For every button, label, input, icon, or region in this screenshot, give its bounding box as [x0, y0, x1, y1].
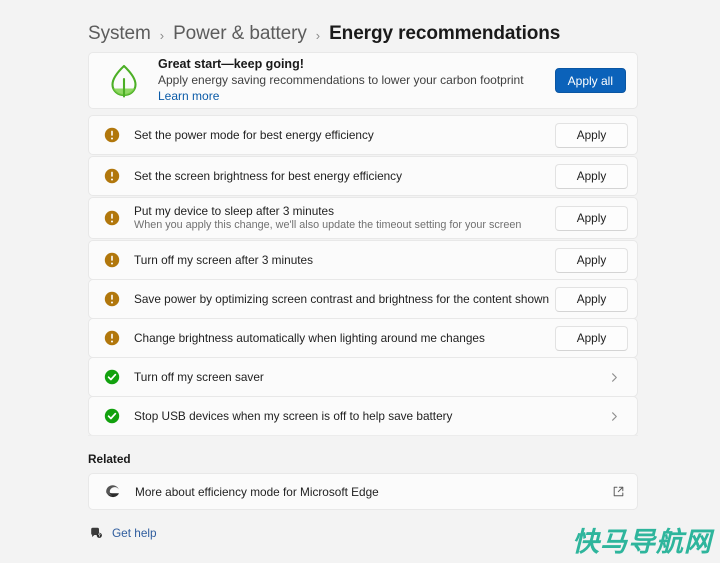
recommendation-labels: Set the screen brightness for best energ… — [120, 169, 555, 183]
apply-all-button[interactable]: Apply all — [554, 68, 626, 93]
recommendation-row[interactable]: Stop USB devices when my screen is off t… — [88, 396, 638, 436]
warning-circle-icon — [104, 330, 120, 346]
leaf-icon — [102, 59, 146, 103]
recommendation-row: Turn off my screen after 3 minutes Apply — [88, 240, 638, 280]
recommendation-title: Stop USB devices when my screen is off t… — [134, 409, 453, 423]
banner-description: Apply energy saving recommendations to l… — [158, 73, 524, 87]
warning-circle-icon — [104, 252, 120, 268]
recommendation-title: Put my device to sleep after 3 minutes — [134, 204, 334, 218]
warning-circle-icon — [104, 291, 120, 307]
recommendation-subtitle: When you apply this change, we'll also u… — [134, 219, 522, 231]
chevron-right-icon: › — [315, 27, 321, 43]
apply-button[interactable]: Apply — [555, 205, 628, 231]
recommendation-title: Set the screen brightness for best energ… — [134, 169, 402, 183]
apply-button[interactable]: Apply — [555, 286, 628, 312]
recommendation-row[interactable]: Turn off my screen saver — [88, 357, 638, 397]
recommendation-row: Put my device to sleep after 3 minutes W… — [88, 197, 638, 239]
edge-browser-icon — [102, 482, 122, 502]
recommendation-labels: Save power by optimizing screen contrast… — [120, 292, 555, 306]
recommendation-title: Set the power mode for best energy effic… — [134, 128, 374, 142]
recommendation-labels: Set the power mode for best energy effic… — [120, 128, 555, 142]
warning-circle-icon — [104, 210, 120, 226]
related-heading: Related — [88, 452, 131, 466]
banner-title: Great start—keep going! — [158, 57, 304, 71]
learn-more-link[interactable]: Learn more — [158, 89, 219, 104]
recommendation-row: Set the power mode for best energy effic… — [88, 115, 638, 155]
check-circle-icon — [104, 369, 120, 385]
related-link-row[interactable]: More about efficiency mode for Microsoft… — [88, 473, 638, 510]
recommendation-title: Save power by optimizing screen contrast… — [134, 292, 550, 306]
breadcrumb-item-system[interactable]: System — [88, 23, 151, 45]
check-circle-icon — [104, 408, 120, 424]
recommendation-row: Save power by optimizing screen contrast… — [88, 279, 638, 319]
external-link-icon — [610, 484, 626, 500]
recommendation-labels: Turn off my screen after 3 minutes — [120, 253, 555, 267]
warning-circle-icon — [104, 168, 120, 184]
recommendation-labels: Turn off my screen saver — [120, 370, 604, 384]
apply-button[interactable]: Apply — [555, 247, 628, 273]
site-watermark: 快马导航网 — [572, 527, 712, 558]
energy-recommendations-page: System › Power & battery › Energy recomm… — [0, 0, 720, 563]
energy-banner-card: Great start—keep going! Apply energy sav… — [88, 52, 638, 109]
chevron-right-icon — [604, 367, 624, 387]
get-help-label: Get help — [112, 525, 157, 540]
apply-button[interactable]: Apply — [555, 122, 628, 148]
apply-button[interactable]: Apply — [555, 325, 628, 351]
page-title: Energy recommendations — [329, 23, 561, 44]
recommendation-labels: Stop USB devices when my screen is off t… — [120, 409, 604, 423]
chevron-right-icon — [604, 406, 624, 426]
banner-text-block: Great start—keep going! Apply energy sav… — [146, 57, 555, 104]
breadcrumb: System › Power & battery › Energy recomm… — [88, 20, 560, 48]
recommendation-labels: Change brightness automatically when lig… — [120, 331, 555, 345]
recommendation-title: Turn off my screen saver — [134, 370, 264, 384]
chevron-right-icon: › — [159, 27, 165, 43]
recommendation-labels: Put my device to sleep after 3 minutes W… — [120, 204, 555, 232]
apply-button[interactable]: Apply — [555, 163, 628, 189]
breadcrumb-item-power-battery[interactable]: Power & battery — [173, 23, 307, 45]
section-divider — [88, 435, 638, 436]
recommendation-title: Turn off my screen after 3 minutes — [134, 253, 313, 267]
get-help-link[interactable]: Get help — [88, 525, 157, 540]
recommendation-row: Change brightness automatically when lig… — [88, 318, 638, 358]
related-link-label: More about efficiency mode for Microsoft… — [135, 484, 379, 499]
help-question-icon — [88, 525, 103, 540]
recommendation-row: Set the screen brightness for best energ… — [88, 156, 638, 196]
warning-circle-icon — [104, 127, 120, 143]
recommendation-title: Change brightness automatically when lig… — [134, 331, 485, 345]
